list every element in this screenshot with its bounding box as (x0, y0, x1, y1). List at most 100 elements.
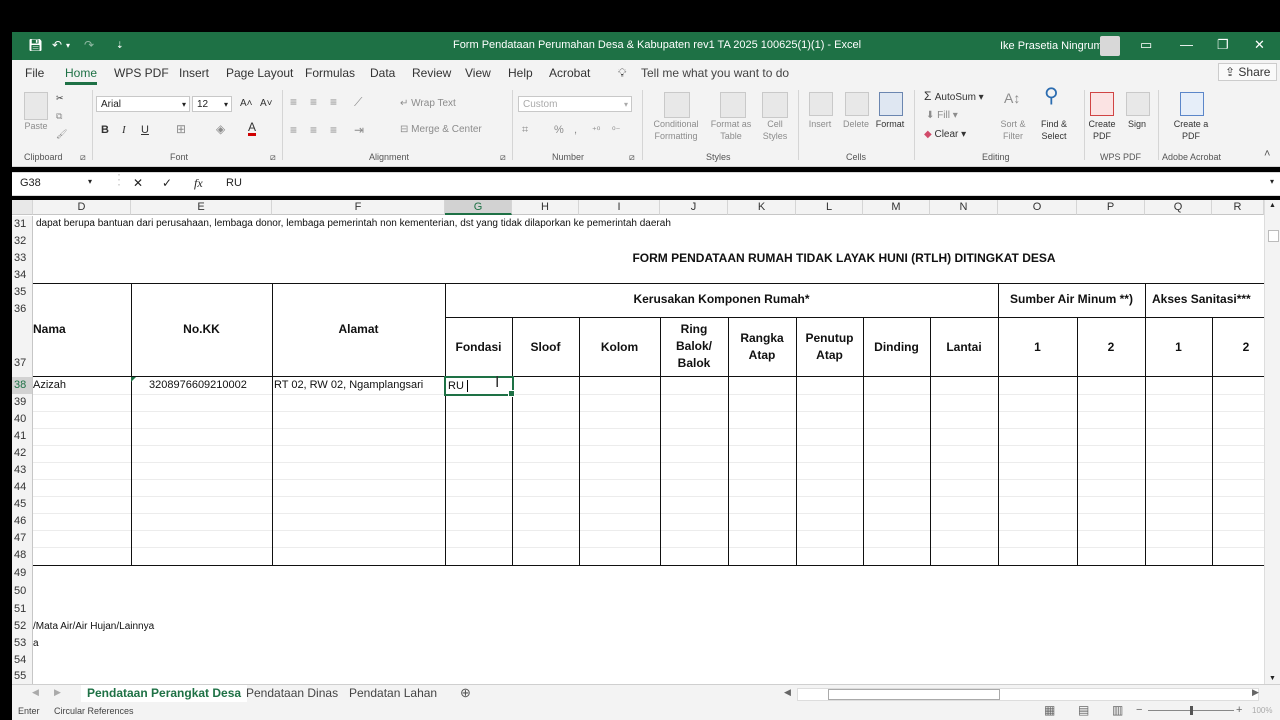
percent-icon[interactable]: % (554, 124, 564, 136)
insert-cells-icon[interactable] (809, 92, 833, 116)
tell-me-search[interactable]: Tell me what you want to do (641, 66, 789, 80)
insert-cells-label[interactable]: Insert (802, 118, 838, 130)
fill-button[interactable]: ⬇ Fill ▾ (926, 110, 958, 122)
tab-view[interactable]: View (465, 66, 491, 80)
formula-input[interactable]: RU (226, 177, 242, 189)
increase-decimal-icon[interactable]: ⁺⁰ (592, 124, 600, 136)
sheet-tab-pendataan-dinas[interactable]: Pendataan Dinas (240, 685, 344, 703)
indent-icon[interactable]: ⇥ (354, 124, 364, 136)
clipboard-launcher-icon[interactable]: ⧄ (80, 152, 86, 163)
column-header-m[interactable]: M (863, 200, 930, 215)
status-circular-references[interactable]: Circular References (54, 706, 134, 716)
error-indicator-icon[interactable] (131, 377, 136, 382)
avatar[interactable] (1100, 36, 1120, 56)
next-sheet-icon[interactable]: ▶ (54, 687, 61, 698)
row-header-41[interactable]: 41 (12, 428, 33, 445)
copy-icon[interactable]: ⧉ (56, 110, 62, 122)
delete-cells-icon[interactable] (845, 92, 869, 116)
cell-styles-icon[interactable] (762, 92, 788, 118)
row-header-54[interactable]: 54 (12, 652, 33, 669)
fill-color-icon[interactable]: ◈ (216, 123, 225, 135)
currency-icon[interactable]: ⌗ (522, 124, 528, 136)
column-header-d[interactable]: D (33, 200, 131, 215)
normal-view-icon[interactable]: ▦ (1044, 703, 1055, 717)
sheet-tab-pendatan-lahan[interactable]: Pendatan Lahan (343, 685, 443, 703)
column-header-g[interactable]: G (445, 200, 512, 215)
cancel-icon[interactable]: ✕ (133, 176, 143, 190)
row-header-45[interactable]: 45 (12, 496, 33, 513)
sign-label[interactable]: Sign (1122, 118, 1152, 130)
cut-icon[interactable]: ✂ (56, 92, 64, 104)
expand-formula-icon[interactable]: ▾ (1270, 177, 1274, 186)
column-header-k[interactable]: K (728, 200, 796, 215)
collapse-ribbon-icon[interactable]: ˄ (1264, 148, 1270, 160)
column-header-o[interactable]: O (998, 200, 1077, 215)
user-name[interactable]: Ike Prasetia Ningrum (1000, 40, 1103, 52)
paste-icon[interactable] (24, 92, 48, 120)
row-header-49[interactable]: 49 (12, 564, 33, 583)
comma-icon[interactable]: , (574, 124, 577, 136)
conditional-formatting-label[interactable]: Conditional Formatting (642, 118, 710, 142)
scroll-up-icon[interactable]: ▲ (1269, 202, 1276, 209)
enter-icon[interactable]: ✓ (162, 176, 172, 190)
hscroll-thumb[interactable] (828, 689, 1000, 700)
align-right-icon[interactable]: ≡ (330, 124, 337, 136)
underline-button[interactable]: U (141, 124, 149, 136)
hscroll-right-icon[interactable]: ▶ (1252, 687, 1259, 698)
row-header-52[interactable]: 52 (12, 618, 33, 635)
conditional-formatting-icon[interactable] (664, 92, 690, 118)
minimize-icon[interactable]: — (1180, 37, 1193, 52)
tab-insert[interactable]: Insert (179, 66, 209, 80)
font-color-icon[interactable]: A (248, 121, 257, 136)
create-a-pdf-label[interactable]: Create a PDF (1168, 118, 1214, 142)
sign-icon[interactable] (1126, 92, 1150, 116)
column-header-l[interactable]: L (796, 200, 863, 215)
hscroll-left-icon[interactable]: ◀ (784, 687, 791, 698)
font-name-select[interactable]: Arial ▾ (96, 96, 190, 112)
tab-page-layout[interactable]: Page Layout (226, 66, 293, 80)
select-all-corner[interactable] (12, 200, 33, 215)
tab-data[interactable]: Data (370, 66, 395, 80)
borders-icon[interactable]: ⊞ (176, 123, 186, 135)
row-header-46[interactable]: 46 (12, 513, 33, 530)
vertical-scrollbar[interactable]: ▲ ▼ (1264, 200, 1280, 684)
cell-d38[interactable]: Azizah (33, 379, 66, 391)
active-cell-g38[interactable]: RU (444, 376, 515, 397)
column-header-h[interactable]: H (512, 200, 579, 215)
row-header-42[interactable]: 42 (12, 445, 33, 462)
row-header-37[interactable]: 37 (12, 318, 33, 377)
find-select-icon[interactable]: ⚲ (1044, 86, 1059, 106)
decrease-font-icon[interactable]: A˅ (260, 98, 273, 110)
tab-home[interactable]: Home (65, 66, 98, 85)
row-header-31[interactable]: 31 (12, 216, 33, 233)
worksheet-grid[interactable]: D E F G H I J K L M N O P Q R 31 32 33 3… (12, 200, 1280, 684)
format-painter-icon[interactable]: 🖌︎ (56, 128, 67, 140)
insert-function-icon[interactable]: fx (194, 176, 203, 191)
merge-center-button[interactable]: ⊟ Merge & Center (400, 124, 482, 136)
row-header-44[interactable]: 44 (12, 479, 33, 496)
align-middle-icon[interactable]: ≡ (310, 96, 317, 108)
page-break-view-icon[interactable]: ▥ (1112, 703, 1123, 717)
format-as-table-label[interactable]: Format as Table (706, 118, 756, 142)
format-as-table-icon[interactable] (720, 92, 746, 118)
row-header-38[interactable]: 38 (12, 377, 33, 394)
tab-file[interactable]: File (25, 66, 44, 80)
row-header-32[interactable]: 32 (12, 233, 33, 250)
format-cells-label[interactable]: Format (870, 118, 910, 130)
italic-button[interactable]: I (122, 124, 126, 136)
column-header-i[interactable]: I (579, 200, 660, 215)
wrap-text-button[interactable]: ↵ Wrap Text (400, 98, 456, 110)
row-header-34[interactable]: 34 (12, 267, 33, 284)
autosum-button[interactable]: Σ AutoSum ▾ (924, 90, 984, 104)
row-header-53[interactable]: 53 (12, 635, 33, 652)
sort-filter-icon[interactable]: A↕ (1004, 91, 1020, 105)
find-select-label[interactable]: Find & Select (1036, 118, 1072, 142)
column-header-f[interactable]: F (272, 200, 445, 215)
column-header-j[interactable]: J (660, 200, 728, 215)
scroll-down-icon[interactable]: ▼ (1269, 675, 1276, 682)
fill-handle[interactable] (508, 390, 515, 397)
row-header-43[interactable]: 43 (12, 462, 33, 479)
zoom-in-icon[interactable]: + (1236, 704, 1242, 716)
format-cells-icon[interactable] (879, 92, 903, 116)
number-launcher-icon[interactable]: ⧄ (629, 152, 635, 163)
